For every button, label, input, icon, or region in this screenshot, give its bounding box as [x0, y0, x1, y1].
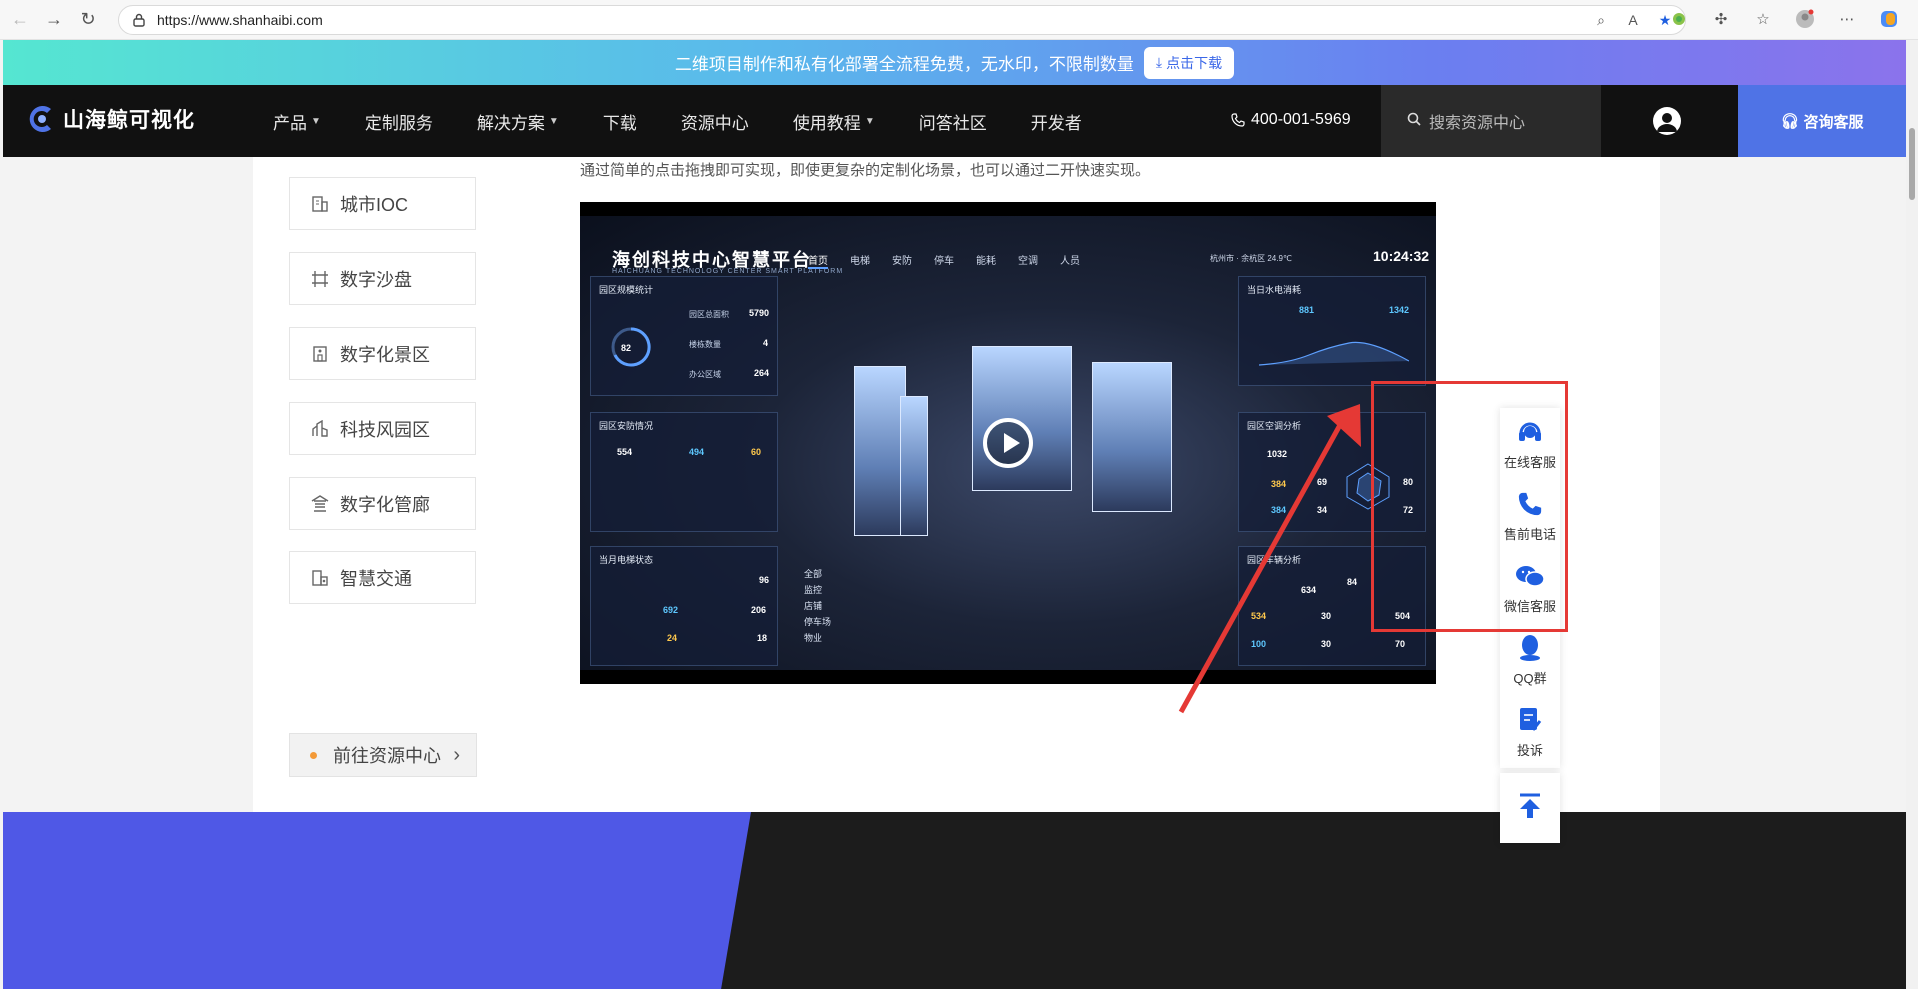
- section-intro: 通过简单的点击拖拽即可实现，即使更复杂的定制化场景，也可以通过二开快速实现。: [580, 162, 1151, 179]
- park-icon: [310, 419, 330, 439]
- goto-resource-center-button[interactable]: 前往资源中心 ›: [289, 733, 477, 777]
- download-button[interactable]: ⤓ 点击下载: [1143, 46, 1235, 79]
- dashboard-filter-list: 全部 监控 店铺 停车场 物业: [804, 569, 832, 643]
- search-icon: [1407, 112, 1421, 131]
- dashboard-clock: 10:24:32: [1373, 248, 1430, 264]
- building-graphic: [900, 396, 928, 536]
- complaint-button[interactable]: 投诉: [1500, 696, 1560, 768]
- browser-chrome: ← → ↻ https://www.shanhaibi.com ⌕ A ★ ✣ …: [0, 0, 1918, 40]
- phone-icon: [1231, 113, 1245, 127]
- traffic-icon: [310, 568, 330, 588]
- promo-banner: 二维项目制作和私有化部署全流程免费，无水印，不限制数量 ⤓ 点击下载: [3, 40, 1906, 85]
- profile-icon[interactable]: [1794, 8, 1816, 30]
- menu-item-solutions[interactable]: 解决方案 ▼: [477, 109, 559, 134]
- chevron-right-icon: ›: [453, 744, 460, 766]
- frame-icon: [310, 269, 330, 289]
- demo-video-player[interactable]: 海创科技中心智慧平台 HAICHUANG TECHNOLOGY CENTER S…: [580, 202, 1436, 684]
- sidebar-item-city-ioc[interactable]: 城市IOC: [289, 177, 476, 230]
- building-graphic: [854, 366, 906, 536]
- sidebar-item-smart-traffic[interactable]: 智慧交通: [289, 551, 476, 604]
- footer-band: [3, 812, 1906, 989]
- scenic-icon: [310, 344, 330, 364]
- qq-icon: [1515, 634, 1545, 662]
- dash-tab: 停车: [934, 256, 954, 267]
- dash-tab: 人员: [1060, 256, 1080, 267]
- read-aloud-icon[interactable]: A: [1623, 10, 1643, 30]
- bullet-dot: [310, 751, 317, 759]
- sidebar-item-digital-pipe-gallery[interactable]: 数字化管廊: [289, 477, 476, 530]
- chevron-down-icon: ▼: [864, 115, 875, 127]
- dash-tab: 首页: [808, 252, 828, 269]
- panel-elevator: 当月电梯状态 96 692 206 24 18: [590, 546, 778, 666]
- site-logo[interactable]: 山海鲸可视化: [27, 103, 195, 135]
- building-graphic: [972, 346, 1072, 491]
- back-button[interactable]: ←: [6, 6, 34, 34]
- page-viewport: 二维项目制作和私有化部署全流程免费，无水印，不限制数量 ⤓ 点击下载 山海鲸可视…: [3, 40, 1906, 989]
- panel-energy: 当日水电消耗 881 1342: [1238, 276, 1426, 386]
- dashboard-tabs: 首页 电梯 安防 停车 能耗 空调 人员: [808, 252, 1080, 269]
- footer-blue-panel: [3, 812, 751, 989]
- user-avatar-icon[interactable]: [1653, 107, 1681, 135]
- building-graphic: [1092, 362, 1172, 512]
- dash-tab: 空调: [1018, 256, 1038, 267]
- reload-button[interactable]: ↻: [74, 6, 102, 34]
- chevron-down-icon: ▼: [548, 115, 559, 127]
- download-icon: ⤓: [1155, 54, 1163, 70]
- building-icon: [310, 194, 330, 214]
- dash-tab: 电梯: [850, 256, 870, 267]
- top-navigation: 山海鲸可视化 产品 ▼ 定制服务 解决方案 ▼ 下载 资源中心 使用教程 ▼ 问答社区…: [3, 85, 1906, 157]
- dashboard-subtitle: HAICHUANG TECHNOLOGY CENTER SMART PLATFO…: [612, 268, 844, 275]
- menu-item-community[interactable]: 问答社区: [919, 109, 987, 134]
- menu-item-product[interactable]: 产品 ▼: [273, 109, 321, 134]
- scrollbar-thumb[interactable]: [1909, 128, 1915, 200]
- copilot-icon[interactable]: [1878, 8, 1900, 30]
- page-scrollbar[interactable]: [1906, 40, 1918, 989]
- hotline[interactable]: 400-001-5969: [1231, 111, 1351, 129]
- back-to-top-button[interactable]: [1500, 773, 1560, 843]
- url-text: https://www.shanhaibi.com: [157, 12, 323, 28]
- favorites-icon[interactable]: ☆: [1752, 8, 1774, 30]
- qq-group-button[interactable]: QQ群: [1500, 624, 1560, 696]
- sidebar-item-digital-scenic[interactable]: 数字化景区: [289, 327, 476, 380]
- annotation-highlight-box: [1371, 381, 1568, 632]
- complaint-icon: [1515, 706, 1545, 734]
- headset-icon: 🎧︎: [1780, 113, 1800, 130]
- lock-icon: [131, 13, 147, 27]
- zoom-icon[interactable]: ⌕: [1591, 10, 1611, 30]
- consult-button[interactable]: 🎧︎ 咨询客服: [1738, 85, 1906, 157]
- panel-security: 园区安防情况 554 494 60: [590, 412, 778, 532]
- menu-item-tutorials[interactable]: 使用教程 ▼: [793, 109, 875, 134]
- pipe-gallery-icon: [310, 494, 330, 514]
- forward-button[interactable]: →: [40, 6, 68, 34]
- dash-tab: 安防: [892, 256, 912, 267]
- whale-logo-icon: [29, 106, 51, 132]
- promo-text: 二维项目制作和私有化部署全流程免费，无水印，不限制数量: [674, 55, 1134, 74]
- sidebar-item-digital-sandbox[interactable]: 数字沙盘: [289, 252, 476, 305]
- play-button-icon[interactable]: [983, 418, 1033, 468]
- menu-item-custom-service[interactable]: 定制服务: [365, 109, 433, 134]
- more-menu-icon[interactable]: ⋯: [1836, 8, 1858, 30]
- address-bar[interactable]: https://www.shanhaibi.com ⌕ A ★: [118, 5, 1686, 35]
- extension-dot-icon[interactable]: [1668, 8, 1690, 30]
- main-menu: 产品 ▼ 定制服务 解决方案 ▼ 下载 资源中心 使用教程 ▼ 问答社区 开发者: [273, 85, 1126, 157]
- arrow-up-icon: [1518, 792, 1542, 825]
- dash-tab: 能耗: [976, 256, 996, 267]
- menu-item-developers[interactable]: 开发者: [1031, 109, 1082, 134]
- resource-search-input[interactable]: 搜索资源中心: [1381, 85, 1601, 157]
- dashboard-location: 杭州市 · 余杭区 24.9℃: [1210, 254, 1292, 263]
- extensions-puzzle-icon[interactable]: ✣: [1710, 8, 1732, 30]
- sidebar-item-tech-park[interactable]: 科技风园区: [289, 402, 476, 455]
- chevron-down-icon: ▼: [311, 115, 321, 127]
- menu-item-download[interactable]: 下载: [603, 109, 637, 134]
- panel-park-stats: 园区规模统计 82 园区总面积 5790 楼栋数量 4 办公区域 264: [590, 276, 778, 396]
- menu-item-resources[interactable]: 资源中心: [681, 109, 749, 134]
